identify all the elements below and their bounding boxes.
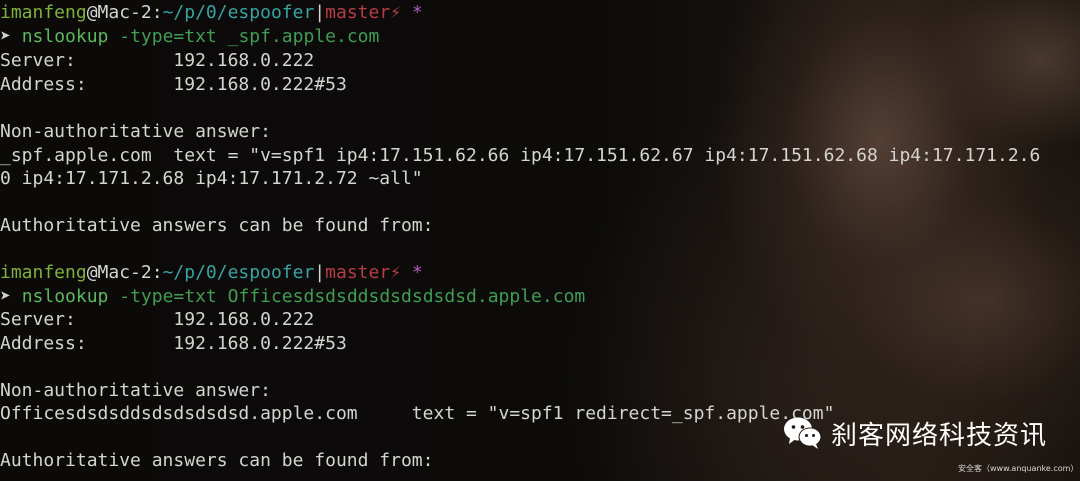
output-line: Address: 192.168.0.222#53 [0, 74, 347, 95]
output-line: Authoritative answers can be found from: [0, 215, 434, 236]
prompt-branch: master [325, 262, 391, 283]
command-name: nslookup [21, 26, 109, 47]
output-line: Non-authoritative answer: [0, 380, 271, 401]
command-argument: Officesdsdsddsdsdsdsdsd.apple.com [227, 286, 586, 307]
prompt-arrow-icon: ➤ [0, 286, 22, 307]
output-line: Address: 192.168.0.222#53 [0, 333, 347, 354]
prompt-separator: | [314, 2, 326, 23]
prompt-colon: : [151, 262, 163, 283]
terminal-window[interactable]: imanfeng@Mac-2:~/p/0/espoofer|master⚡ * … [0, 0, 1080, 481]
prompt-host: Mac-2 [97, 262, 152, 283]
watermark-title: 刹客网络科技资讯 [831, 420, 1048, 451]
command-option: -type=txt [119, 286, 217, 307]
lightning-icon: ⚡ [390, 262, 402, 283]
prompt-path: ~/p/0/espoofer [162, 2, 315, 23]
prompt-line: imanfeng@Mac-2:~/p/0/espoofer|master⚡ * [0, 1, 423, 25]
prompt-line: imanfeng@Mac-2:~/p/0/espoofer|master⚡ * [0, 261, 423, 285]
output-line: Non-authoritative answer: [0, 121, 271, 142]
prompt-colon: : [151, 2, 163, 23]
command-name: nslookup [21, 286, 109, 307]
output-line: 0 ip4:17.171.2.68 ip4:17.171.2.72 ~all" [0, 168, 423, 189]
prompt-host: Mac-2 [97, 2, 152, 23]
prompt-dirty-marker: * [401, 2, 423, 23]
output-line: Officesdsdsddsdsdsdsdsd.apple.com text =… [0, 403, 835, 424]
prompt-separator: | [314, 262, 326, 283]
command-option: -type=txt [119, 26, 217, 47]
output-line: Server: 192.168.0.222 [0, 50, 315, 71]
lightning-icon: ⚡ [390, 2, 402, 23]
prompt-arrow-icon: ➤ [0, 26, 22, 47]
output-line: _spf.apple.com text = "v=spf1 ip4:17.151… [0, 145, 1041, 166]
prompt-at: @ [86, 262, 98, 283]
watermark-subtitle: 安全客（www.anquanke.com） [958, 464, 1079, 473]
watermark: 刹客网络科技资讯 [783, 413, 1047, 453]
prompt-user: imanfeng [0, 262, 87, 283]
prompt-dirty-marker: * [401, 262, 423, 283]
wechat-icon [783, 416, 823, 450]
output-line: Server: 192.168.0.222 [0, 309, 315, 330]
prompt-branch: master [325, 2, 391, 23]
prompt-path: ~/p/0/espoofer [162, 262, 315, 283]
prompt-user: imanfeng [0, 2, 87, 23]
command-line: ➤ nslookup -type=txt _spf.apple.com [0, 25, 379, 49]
command-line: ➤ nslookup -type=txt Officesdsdsddsdsdsd… [0, 285, 585, 309]
output-line: Authoritative answers can be found from: [0, 450, 434, 471]
command-argument: _spf.apple.com [227, 26, 380, 47]
prompt-at: @ [86, 2, 98, 23]
